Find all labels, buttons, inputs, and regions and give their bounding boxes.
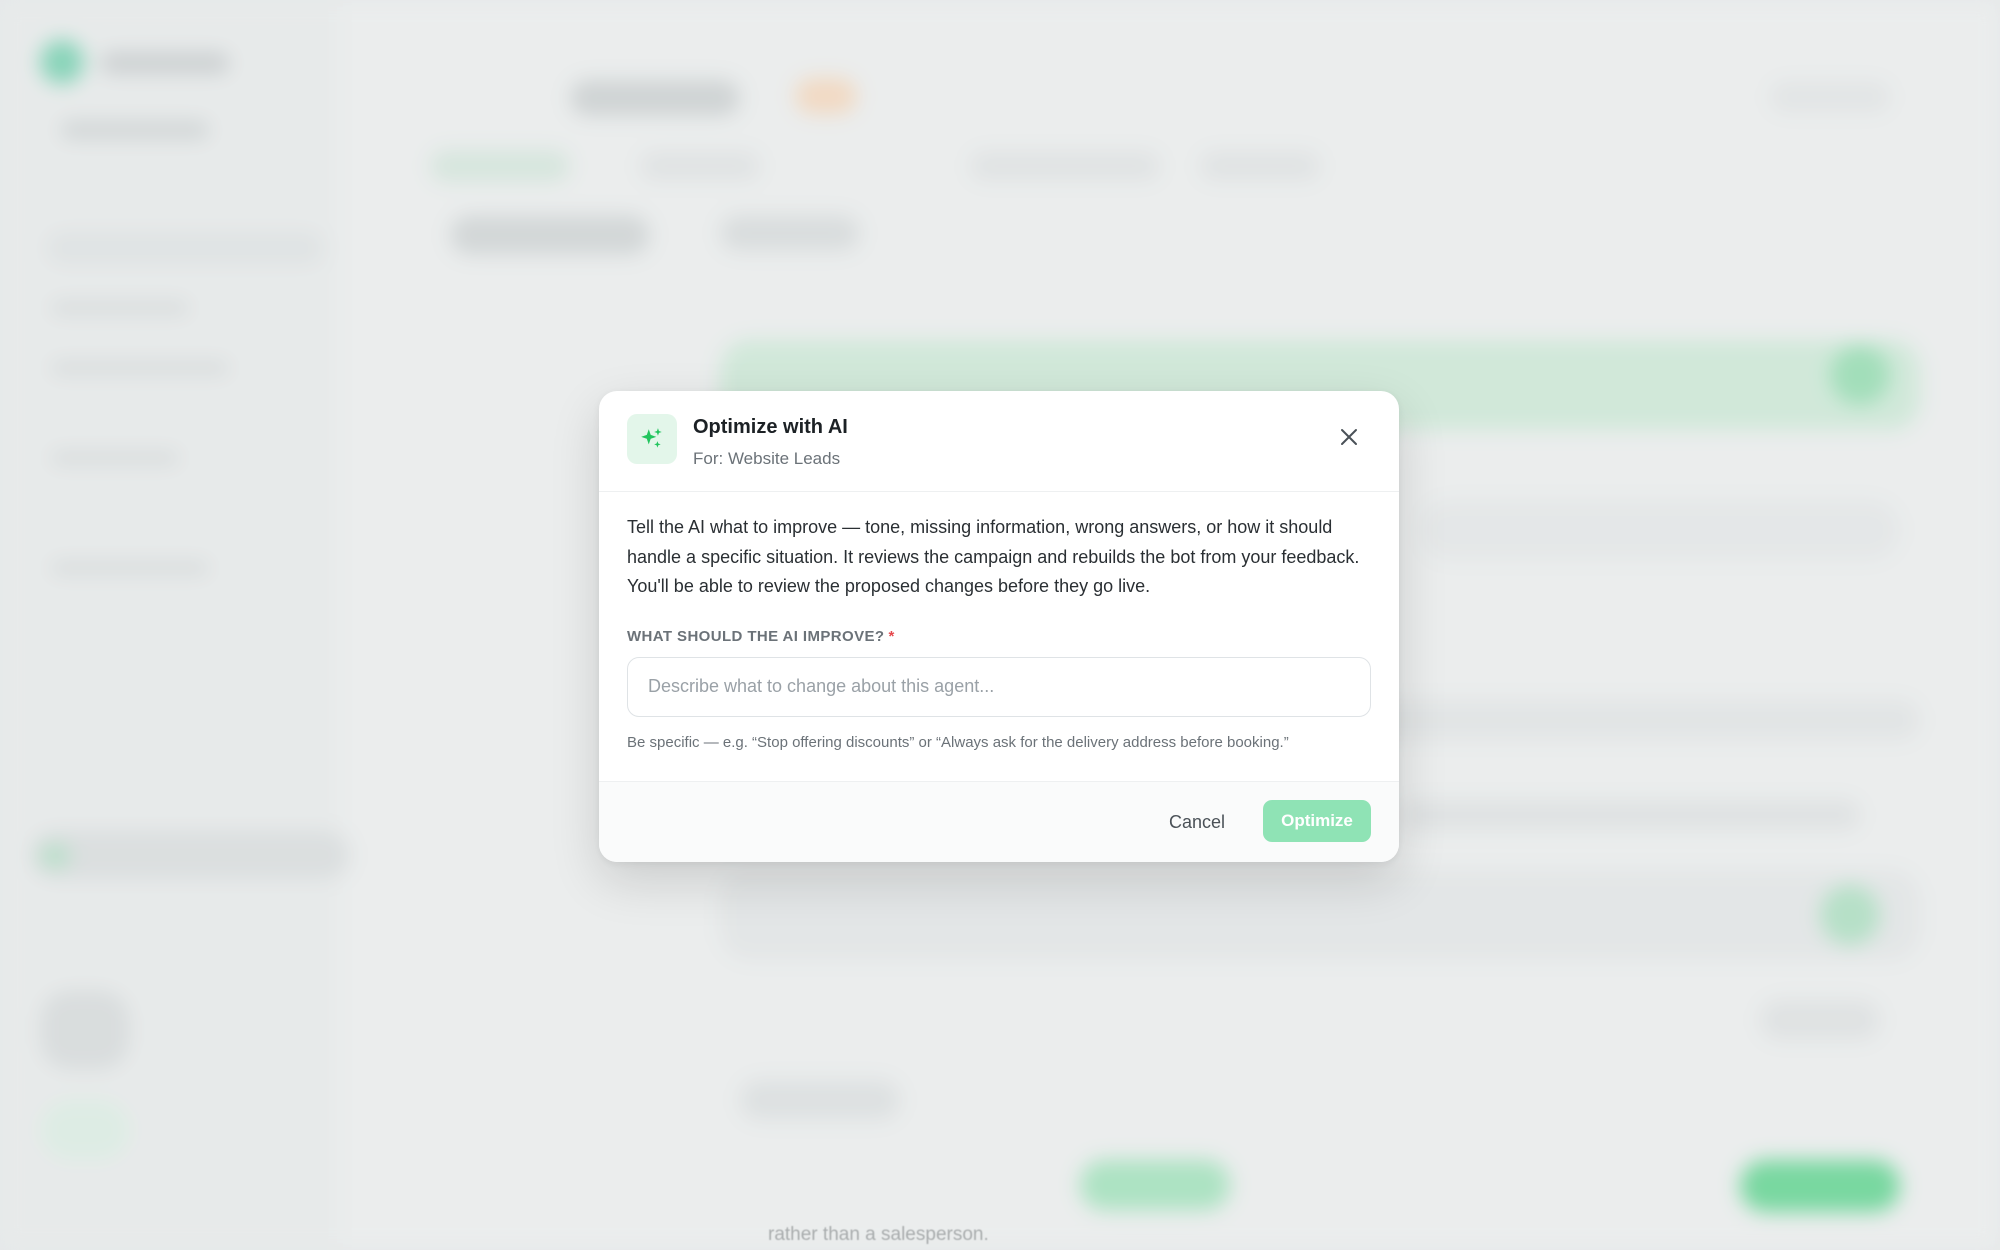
- optimize-button[interactable]: Optimize: [1263, 800, 1371, 842]
- dialog-header: Optimize with AI For: Website Leads: [599, 391, 1399, 492]
- dialog-subtitle: For: Website Leads: [693, 449, 841, 468]
- sparkles-icon-svg: [641, 428, 662, 448]
- cancel-button[interactable]: Cancel: [1161, 800, 1233, 844]
- improve-input[interactable]: [627, 656, 1371, 717]
- dialog-body: Tell the AI what to improve — tone, miss…: [627, 513, 1371, 751]
- improve-field-label-text: WHAT SHOULD THE AI IMPROVE?: [627, 627, 885, 645]
- optimize-ai-dialog: Optimize with AI For: Website Leads Tell…: [599, 391, 1399, 862]
- dialog-description: Tell the AI what to improve — tone, miss…: [627, 517, 1360, 596]
- sparkles-icon: [627, 414, 677, 464]
- improve-field-label: WHAT SHOULD THE AI IMPROVE? *: [627, 628, 1371, 645]
- field-hint: Be specific — e.g. “Stop offering discou…: [627, 733, 1289, 751]
- dialog-title: Optimize with AI: [693, 416, 848, 438]
- close-button[interactable]: [1335, 423, 1363, 451]
- dialog-footer: Cancel Optimize: [599, 781, 1399, 862]
- close-icon: [1341, 429, 1357, 445]
- required-marker: *: [888, 627, 895, 645]
